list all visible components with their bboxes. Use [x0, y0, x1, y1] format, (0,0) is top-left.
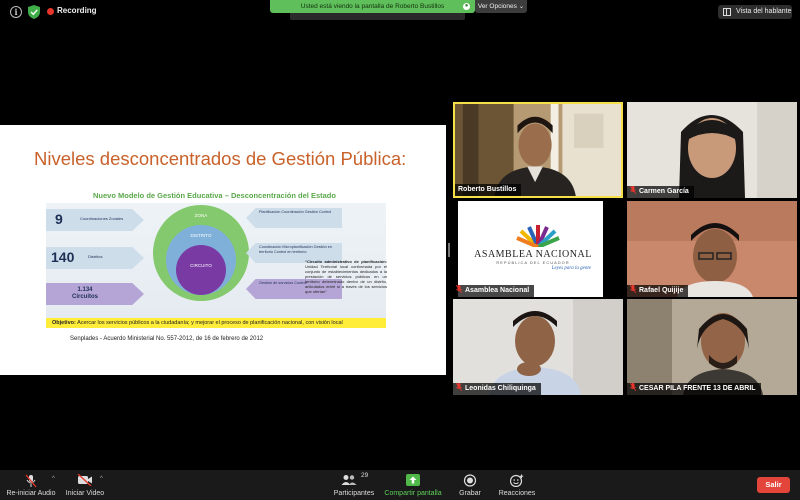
chevron-down-icon: ⌄ — [518, 3, 525, 10]
video-tile-leonidas-chiliquinga[interactable]: Leonidas Chiliquinga — [453, 299, 623, 395]
speaker-view-label: Vista del hablante — [736, 8, 792, 15]
participant-name-tag: Rafael Quijije — [627, 285, 689, 297]
level-districts-label: Distritos — [88, 254, 103, 259]
definition-body: Unidad Territorial local conformada por … — [305, 264, 387, 294]
share-banner-text: Usted está viendo la pantalla de Roberto… — [300, 3, 445, 10]
participants-label: Participantes — [333, 490, 375, 497]
leave-meeting-button[interactable]: Salir — [757, 477, 790, 493]
shared-screen-slide[interactable]: Niveles desconcentrados de Gestión Públi… — [0, 125, 446, 375]
video-tile-roberto-bustillos[interactable]: Roberto Bustillos — [453, 102, 623, 198]
logo-title: ASAMBLEA NACIONAL — [474, 249, 592, 260]
share-banner-shadow — [290, 13, 465, 20]
slide-subtitle: Nuevo Modelo de Gestión Educativa – Desc… — [93, 191, 336, 200]
start-video-button[interactable]: Iniciar Video — [62, 470, 108, 500]
district-functions-text: Coordinación Microplanificación Gestión … — [259, 245, 333, 254]
reactions-label: Reacciones — [498, 490, 536, 497]
panel-resize-handle[interactable] — [448, 243, 450, 257]
video-options-caret-icon[interactable]: ^ — [100, 476, 103, 482]
participant-video-feed — [627, 299, 797, 395]
microphone-muted-icon — [25, 474, 37, 488]
info-icon[interactable]: i — [10, 6, 22, 18]
participant-name-tag: Carmen García — [627, 186, 694, 198]
level-circuits-label: Circuitos — [71, 294, 98, 300]
circuit-circle — [176, 245, 226, 295]
reactions-smiley-icon — [510, 474, 524, 487]
participant-name: CESAR PILA FRENTE 13 DE ABRIL — [639, 385, 756, 392]
zone-functions-text: Planificación Coordinación Gestión Contr… — [259, 210, 332, 214]
participant-video-feed — [627, 102, 797, 198]
view-options-button[interactable]: Ver Opciones ⌄ — [475, 0, 527, 13]
meeting-topbar: i Recording Usted está viendo la pantall… — [0, 0, 800, 24]
muted-mic-icon — [630, 383, 636, 391]
level-zones-label: Coordinaciones Zonales — [80, 216, 124, 221]
participants-icon — [341, 475, 357, 485]
screen-share-banner: Usted está viendo la pantalla de Roberto… — [270, 0, 475, 13]
view-options-label: Ver Opciones — [477, 3, 517, 10]
participant-name: Leonidas Chiliquinga — [465, 385, 536, 392]
start-video-label: Iniciar Video — [65, 490, 105, 497]
layout-grid-icon — [723, 8, 731, 16]
record-button[interactable]: Grabar — [452, 470, 488, 500]
participants-count: 29 — [361, 472, 369, 479]
record-label: Grabar — [459, 490, 481, 497]
participant-name-tag: CESAR PILA FRENTE 13 DE ABRIL — [627, 383, 761, 395]
circuit-circle-label: CIRCUITO — [190, 263, 212, 268]
objective-text: Acercar los servicios públicos a la ciud… — [77, 320, 343, 326]
level-districts-arrow: 140 Distritos — [46, 247, 144, 269]
participant-name-tag: Leonidas Chiliquinga — [453, 383, 541, 395]
meeting-controls-toolbar: Re-iniciar Audio ^ Iniciar Video ^ 29 Pa… — [0, 470, 800, 500]
stop-share-icon[interactable]: ● — [463, 3, 470, 10]
logo-tagline: Leyes para la gente — [551, 266, 591, 271]
level-districts-number: 140 — [51, 249, 75, 265]
muted-mic-icon — [456, 383, 462, 391]
recording-label: Recording — [57, 6, 97, 15]
level-circuits-arrow: 1.134 Circuitos — [46, 283, 144, 305]
participant-name: Rafael Quijije — [639, 287, 684, 294]
participant-video-feed — [453, 299, 623, 395]
video-tile-rafael-quijije[interactable]: Rafael Quijije — [627, 201, 797, 297]
logo-subtitle: REPÚBLICA DEL ECUADOR — [496, 260, 570, 265]
circuit-definition-text: “Circuito administrativo de planificació… — [305, 259, 387, 294]
zone-functions-arrow: Planificación Coordinación Gestión Contr… — [246, 208, 342, 228]
level-zones-number: 9 — [55, 211, 63, 227]
muted-mic-icon — [630, 186, 636, 194]
video-tile-cesar-pila[interactable]: CESAR PILA FRENTE 13 DE ABRIL — [627, 299, 797, 395]
reactions-button[interactable]: Reacciones — [496, 470, 538, 500]
muted-mic-icon — [630, 285, 636, 293]
recording-dot-icon — [47, 8, 54, 15]
share-screen-icon — [406, 474, 420, 486]
slide-source-citation: Senplades - Acuerdo Ministerial No. 557-… — [70, 336, 264, 342]
rejoin-audio-button[interactable]: Re-iniciar Audio — [2, 470, 60, 500]
participant-name: Carmen García — [639, 188, 689, 195]
participant-name: Roberto Bustillos — [458, 186, 517, 193]
asamblea-nacional-logo — [516, 225, 560, 247]
slide-title: Niveles desconcentrados de Gestión Públi… — [34, 148, 407, 169]
participant-name: Asamblea Nacional — [465, 287, 530, 294]
level-zones-arrow: 9 Coordinaciones Zonales — [46, 209, 144, 231]
audio-options-caret-icon[interactable]: ^ — [52, 476, 55, 482]
district-circle-label: DISTRITO — [190, 233, 212, 238]
participant-name-tag: Asamblea Nacional — [453, 285, 535, 297]
record-icon — [463, 474, 477, 487]
share-screen-label: Compartir pantalla — [384, 490, 442, 497]
objective-banner: Objetivo: Acercar los servicios públicos… — [46, 318, 386, 328]
video-tile-carmen-garcia[interactable]: Carmen García — [627, 102, 797, 198]
shield-check-icon[interactable] — [28, 5, 40, 19]
participant-name-tag: Roberto Bustillos — [455, 184, 522, 196]
video-tile-asamblea-nacional[interactable]: ASAMBLEA NACIONAL REPÚBLICA DEL ECUADOR … — [453, 201, 623, 297]
objective-label: Objetivo: — [52, 320, 76, 326]
participants-button[interactable]: 29 Participantes — [328, 470, 380, 500]
share-screen-button[interactable]: Compartir pantalla — [382, 470, 444, 500]
level-circuits-number: 1.134 — [77, 287, 93, 293]
participant-video-feed — [627, 201, 797, 297]
speaker-view-button[interactable]: Vista del hablante — [718, 5, 792, 19]
rejoin-audio-label: Re-iniciar Audio — [6, 490, 56, 497]
zone-circle-label: ZONA — [194, 213, 208, 218]
muted-mic-icon — [456, 285, 462, 293]
video-camera-off-icon — [77, 474, 92, 486]
